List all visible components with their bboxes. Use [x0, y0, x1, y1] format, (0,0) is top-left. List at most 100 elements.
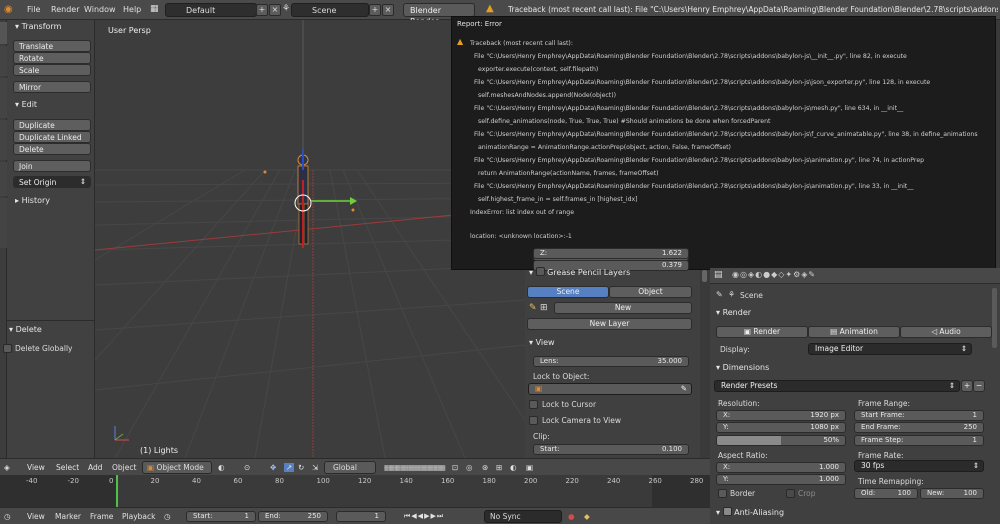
lens-field[interactable]: Lens: 35.000 — [533, 356, 689, 367]
set-origin-dropdown[interactable]: Set Origin ⇕ — [13, 176, 91, 188]
tab-animation[interactable] — [0, 120, 7, 160]
context-tabs-icon[interactable]: ◉◎◈◐●◆◇✦⚙◈✎ — [732, 270, 816, 279]
rotate-manipulator-icon[interactable]: ↻ — [298, 463, 304, 472]
mode-dropdown[interactable]: ▣ Object Mode — [142, 461, 212, 474]
record-icon[interactable]: ● — [568, 512, 575, 521]
menu-render[interactable]: Render — [51, 5, 79, 14]
duplicate-button[interactable]: Duplicate — [13, 119, 91, 131]
keying-set-icon[interactable]: ◆ — [584, 512, 590, 521]
sync-dropdown[interactable]: No Sync — [484, 510, 562, 523]
layout-remove-button[interactable]: × — [269, 4, 281, 16]
render-engine-selector[interactable]: Blender Render — [403, 3, 475, 26]
transform-panel-header[interactable]: ▾ Transform — [7, 20, 95, 34]
timeline-area[interactable]: -40 -20 0 20 40 60 80 100 120 140 160 180 200 220 240 2… — [0, 475, 710, 508]
tab-scene[interactable]: Scene — [527, 286, 609, 298]
resolution-y-field[interactable]: Y: 1080 px — [716, 422, 846, 433]
preset-add-button[interactable]: + — [961, 380, 973, 392]
preset-remove-button[interactable]: − — [973, 380, 985, 392]
menu-select[interactable]: Select — [56, 463, 79, 472]
tab-grease-pencil[interactable] — [0, 198, 7, 248]
resolution-percentage-slider[interactable]: 50% — [716, 435, 846, 446]
scene-add-button[interactable]: + — [369, 4, 381, 16]
aspect-y-field[interactable]: Y: 1.000 — [716, 474, 846, 485]
proportional-icon[interactable]: ◐ — [510, 463, 517, 472]
frame-rate-dropdown[interactable]: 30 fps ⇕ — [854, 460, 984, 472]
render-button[interactable]: ▣ Render — [716, 326, 808, 338]
tab-create[interactable] — [0, 46, 7, 76]
editor-type-icon[interactable]: ◷ — [4, 512, 11, 521]
tab-relations[interactable] — [0, 78, 7, 118]
anti-aliasing-panel-header[interactable]: ▾ Anti-Aliasing — [716, 506, 784, 519]
border-checkbox[interactable] — [718, 489, 727, 498]
anti-aliasing-checkbox[interactable] — [722, 507, 732, 516]
lock-object-field[interactable]: ▣ ✎ — [528, 383, 692, 395]
manipulator-toggle-icon[interactable]: ✥ — [270, 463, 276, 472]
location-z-field[interactable]: Z: 1.622 — [533, 248, 689, 259]
render-presets-dropdown[interactable]: Render Presets ⇕ — [714, 380, 960, 392]
tab-physics[interactable] — [0, 162, 7, 196]
timeline-menu-playback[interactable]: Playback — [122, 512, 155, 521]
time-new-field[interactable]: New: 100 — [920, 488, 984, 499]
manipulator-y-head[interactable] — [350, 197, 357, 205]
delete-operator-header[interactable]: ▾ Delete — [1, 323, 89, 337]
tab-object[interactable]: Object — [609, 286, 692, 298]
layers-grid-icon[interactable]: ▦▦▦▦▦▦▦▦▦▦ — [384, 463, 446, 472]
resolution-x-field[interactable]: X: 1920 px — [716, 410, 846, 421]
pivot-icon[interactable]: ⊙ — [244, 463, 250, 472]
time-old-field[interactable]: Old: 100 — [854, 488, 918, 499]
properties-scrollbar[interactable] — [992, 288, 997, 348]
audio-button[interactable]: ◁ Audio — [900, 326, 992, 338]
scrollbar-thumb[interactable] — [702, 270, 707, 282]
animation-button[interactable]: ▤ Animation — [808, 326, 900, 338]
mirror-button[interactable]: Mirror — [13, 81, 91, 93]
tab-tools[interactable] — [0, 22, 7, 44]
lock-camera-checkbox[interactable] — [529, 416, 538, 425]
snap-icon[interactable]: ⊛ — [482, 463, 488, 472]
orientation-dropdown[interactable]: Global — [324, 461, 376, 474]
opengl-render-icon[interactable]: ▣ — [526, 463, 533, 472]
timeline-menu-view[interactable]: View — [27, 512, 45, 521]
new-layer-button[interactable]: New Layer — [527, 318, 692, 330]
preview-range-icon[interactable]: ◷ — [164, 512, 171, 521]
timeline-menu-frame[interactable]: Frame — [90, 512, 113, 521]
timeline-start-field[interactable]: Start: 1 — [186, 511, 256, 522]
lock-layer-icon[interactable]: ⊡ — [452, 463, 458, 472]
layout-add-button[interactable]: + — [256, 4, 268, 16]
report-header-text[interactable]: Traceback (most recent call last): File … — [508, 5, 998, 14]
menu-view[interactable]: View — [27, 463, 45, 472]
pencil-icon[interactable]: ✎ — [529, 303, 539, 313]
timeline-menu-marker[interactable]: Marker — [55, 512, 81, 521]
clip-start-field[interactable]: Start: 0.100 — [533, 444, 689, 455]
scene-selector[interactable]: Scene — [291, 3, 369, 17]
edit-panel-header[interactable]: ▾ Edit — [7, 98, 95, 112]
translate-button[interactable]: Translate — [13, 40, 91, 52]
shading-icon[interactable]: ◐ — [218, 463, 225, 472]
grease-pencil-checkbox[interactable] — [535, 267, 545, 276]
menu-object[interactable]: Object — [112, 463, 136, 472]
scene-remove-button[interactable]: × — [382, 4, 394, 16]
delete-globally-checkbox[interactable] — [3, 344, 12, 353]
menu-file[interactable]: File — [27, 5, 40, 14]
start-frame-field[interactable]: Start Frame: 1 — [854, 410, 984, 421]
join-button[interactable]: Join — [13, 160, 91, 172]
current-frame-indicator[interactable] — [116, 475, 118, 508]
scale-manipulator-icon[interactable]: ⇲ — [312, 463, 318, 472]
aspect-x-field[interactable]: X: 1.000 — [716, 462, 846, 473]
lock-to-cursor-checkbox[interactable] — [529, 400, 538, 409]
new-grease-pencil-button[interactable]: New — [554, 302, 692, 314]
snap-element-icon[interactable]: ⊞ — [496, 463, 502, 472]
view-panel-header[interactable]: ▾ View — [529, 336, 555, 349]
render-panel-header[interactable]: ▾ Render — [716, 306, 751, 319]
lamp-dot[interactable] — [351, 208, 355, 212]
error-report-popup[interactable]: Report: Error ▲ Traceback (most recent c… — [451, 16, 996, 270]
dimensions-panel-header[interactable]: ▾ Dimensions — [716, 361, 769, 374]
grid-icon[interactable]: ⊞ — [540, 303, 550, 313]
screen-layout-icon[interactable]: ▦ — [150, 4, 164, 16]
timeline-end-field[interactable]: End: 250 — [258, 511, 328, 522]
warning-icon[interactable]: ▲ — [486, 3, 494, 14]
crop-checkbox[interactable] — [786, 489, 795, 498]
current-frame-field[interactable]: 1 — [336, 511, 386, 522]
editor-type-icon[interactable]: ◈ — [4, 463, 10, 472]
eyedropper-icon[interactable]: ✎ — [681, 384, 687, 394]
panel-scrollbar[interactable] — [700, 270, 710, 458]
